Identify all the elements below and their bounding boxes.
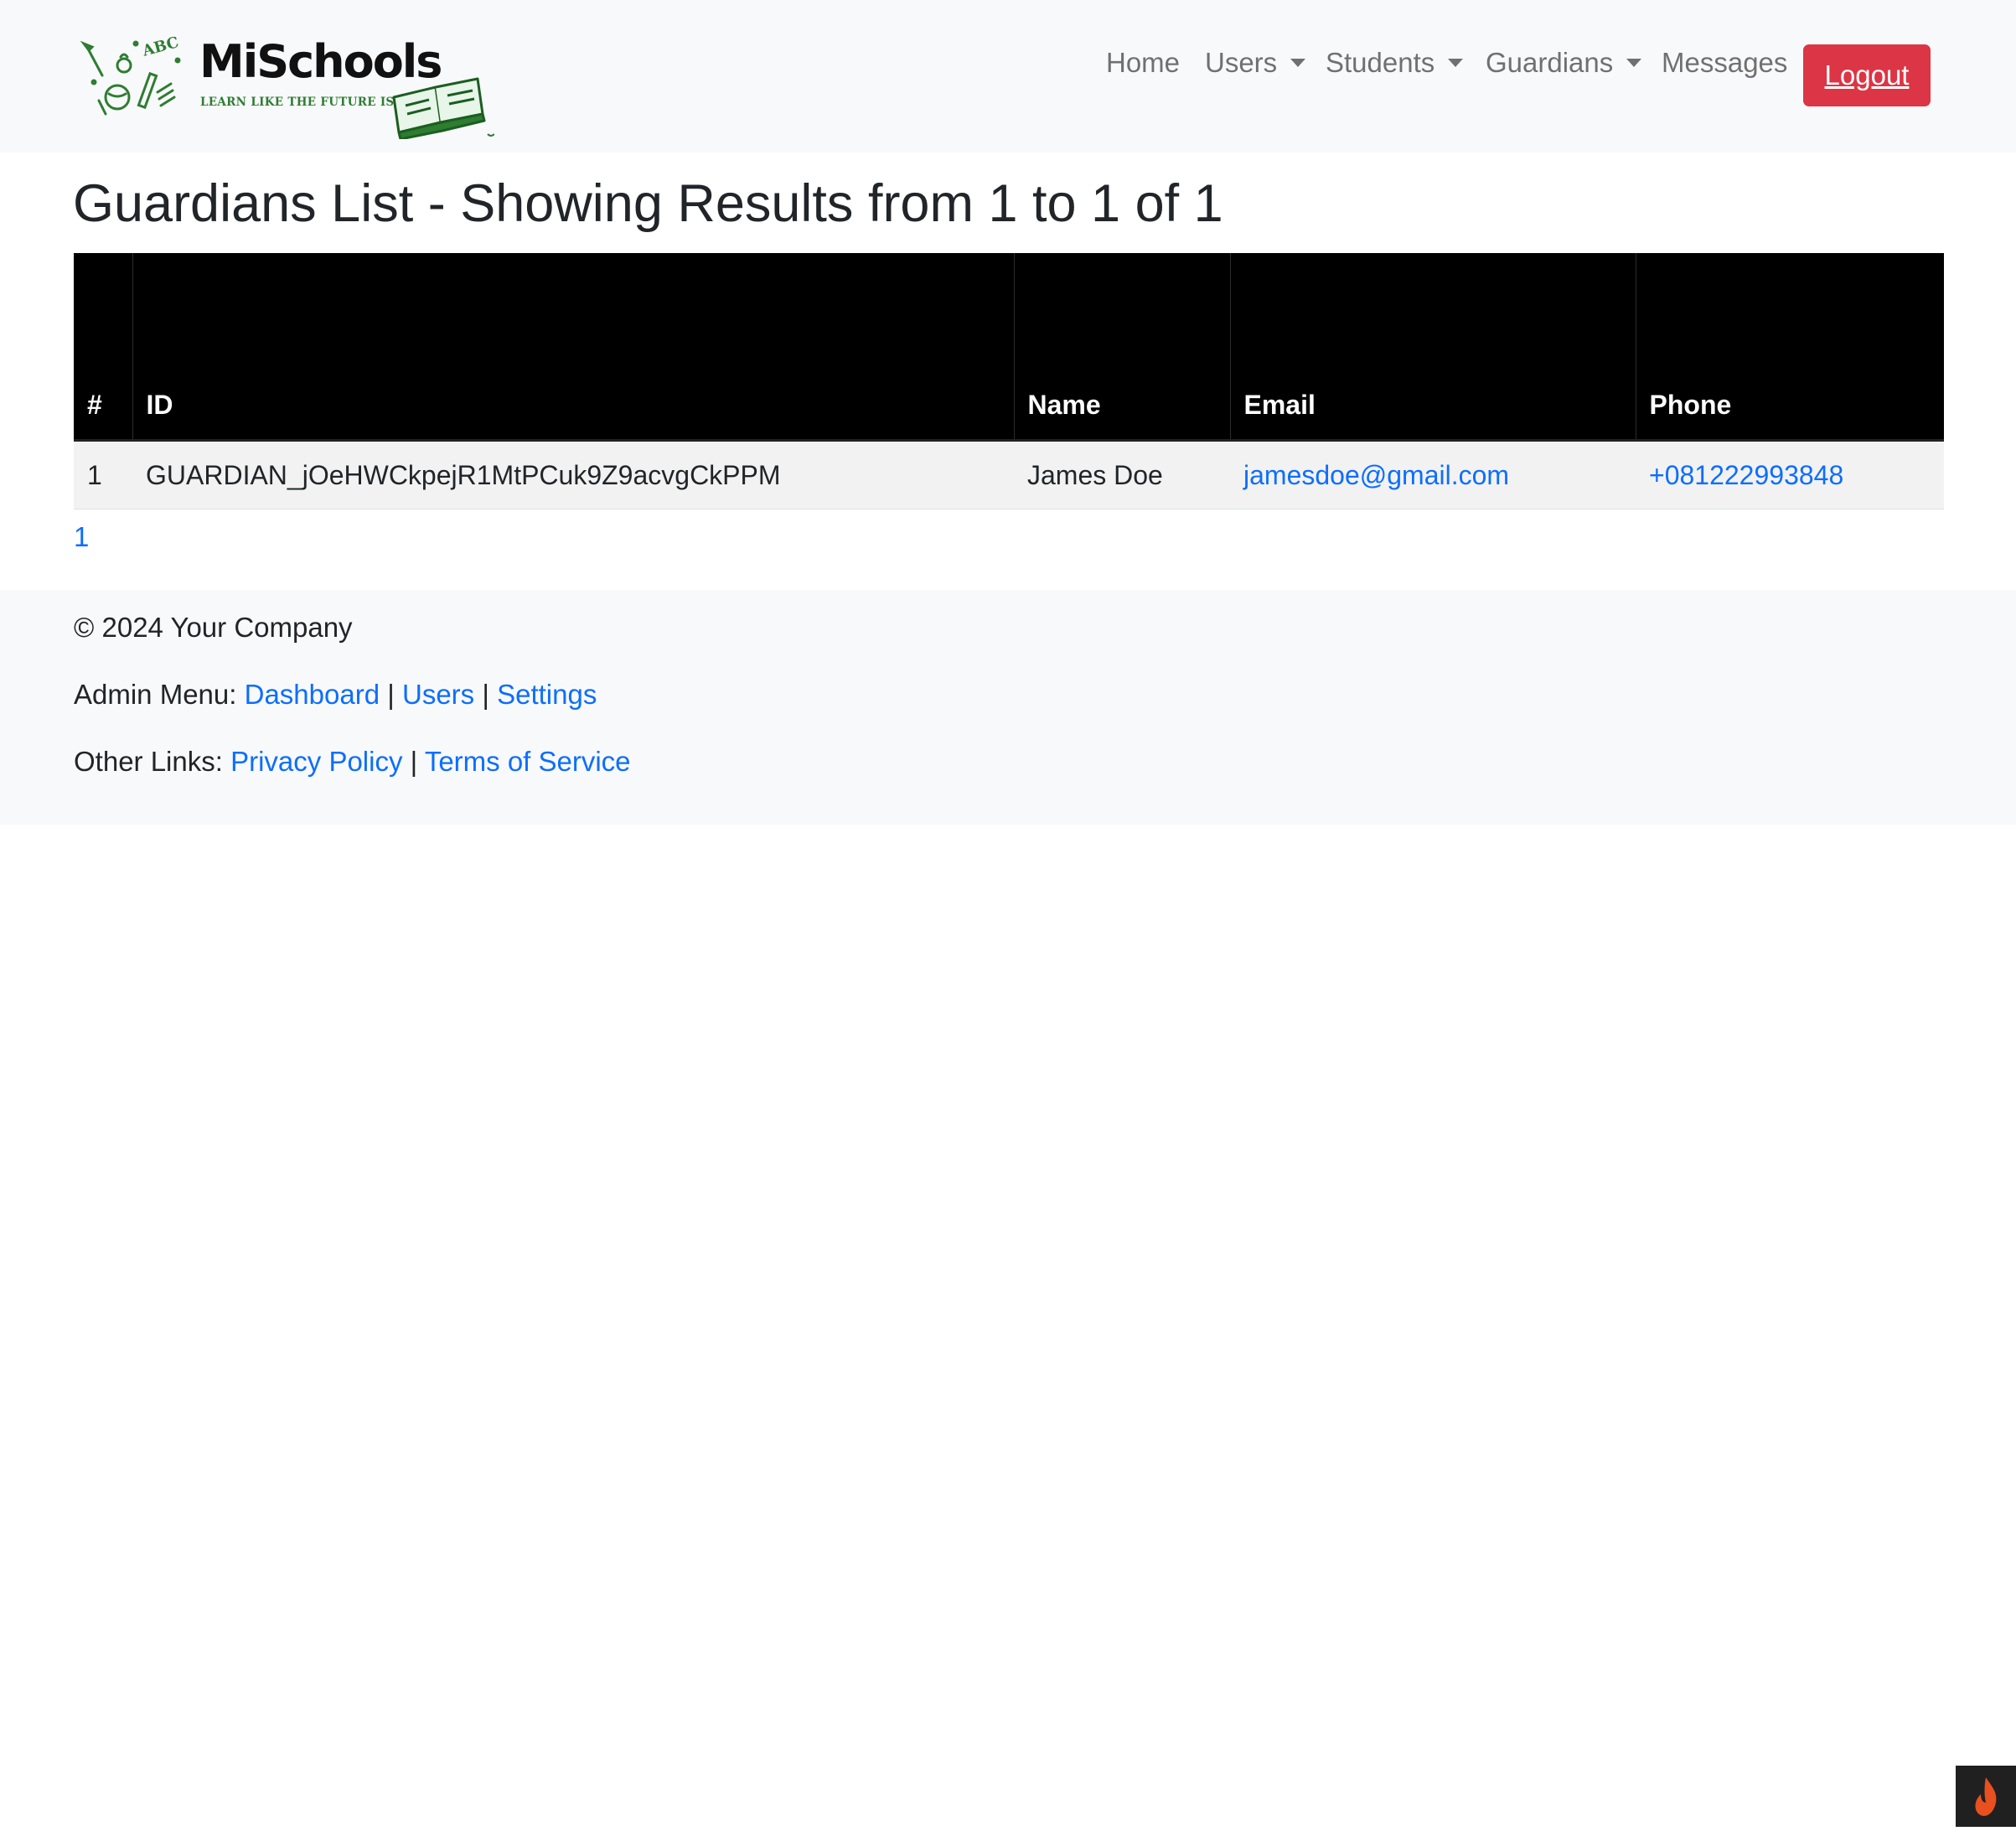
footer-link-settings[interactable]: Settings (497, 679, 597, 710)
footer: © 2024 Your Company Admin Menu: Dashboar… (0, 590, 2016, 825)
nav-guardians-dropdown[interactable]: Guardians (1486, 47, 1642, 79)
other-links-label: Other Links: (74, 746, 223, 777)
table-row: 1 GUARDIAN_jOeHWCkpejR1MtPCuk9Z9acvgCkPP… (74, 440, 1944, 509)
guardians-table: # ID Name Email Phone 1 GUARDIAN_jOeHWCk… (74, 253, 1944, 509)
other-links: Other Links: Privacy Policy | Terms of S… (74, 746, 631, 778)
nav-home[interactable]: Home (1106, 47, 1180, 79)
debug-toolbar-toggle[interactable] (1956, 1766, 2016, 1827)
nav-messages-label: Messages (1662, 47, 1788, 78)
footer-link-dashboard[interactable]: Dashboard (245, 679, 380, 710)
pagination: 1 (74, 521, 89, 553)
nav-students-label: Students (1326, 47, 1435, 78)
column-header-name: Name (1014, 253, 1231, 442)
column-header-phone: Phone (1636, 253, 1944, 442)
nav-home-label: Home (1106, 47, 1181, 78)
footer-link-terms-of-service[interactable]: Terms of Service (425, 746, 631, 777)
table-header-row: # ID Name Email Phone (74, 253, 1944, 442)
chevron-down-icon (1290, 59, 1306, 67)
footer-link-privacy-policy[interactable]: Privacy Policy (230, 746, 402, 777)
cell-number: 1 (74, 440, 132, 509)
nav-users-label: Users (1205, 47, 1278, 78)
logout-button[interactable]: Logout (1803, 44, 1931, 106)
admin-menu: Admin Menu: Dashboard | Users | Settings (74, 679, 597, 711)
nav-guardians-label: Guardians (1486, 47, 1614, 78)
footer-link-users[interactable]: Users (402, 679, 474, 710)
copyright-text: © 2024 Your Company (74, 612, 353, 643)
column-header-id: ID (132, 253, 1015, 442)
link-separator: | (482, 679, 489, 710)
column-header-number: # (74, 253, 133, 442)
column-header-email: Email (1230, 253, 1636, 442)
email-link[interactable]: jamesdoe@gmail.com (1243, 460, 1509, 490)
cell-name: James Doe (1014, 440, 1230, 509)
cell-guardian-id: GUARDIAN_jOeHWCkpejR1MtPCuk9Z9acvgCkPPM (132, 440, 1014, 509)
cell-phone: +081222993848 (1636, 440, 1944, 509)
admin-menu-label: Admin Menu: (74, 679, 237, 710)
link-separator: | (410, 746, 418, 777)
nav-messages[interactable]: Messages (1662, 47, 1787, 79)
chevron-down-icon (1448, 59, 1464, 67)
navbar: ABC MiSchools LEARN LIKE THE FUTURE IS N… (0, 0, 2016, 153)
phone-link[interactable]: +081222993848 (1649, 460, 1843, 490)
flame-icon (1975, 1777, 1997, 1816)
nav-links: Home Users Students Guardians Messages (0, 47, 2016, 89)
page-link-1[interactable]: 1 (74, 521, 89, 552)
nav-users-dropdown[interactable]: Users (1205, 47, 1306, 79)
page-title: Guardians List - Showing Results from 1 … (73, 174, 1223, 233)
link-separator: | (387, 679, 395, 710)
chevron-down-icon (1626, 59, 1642, 67)
cell-email: jamesdoe@gmail.com (1230, 440, 1636, 509)
nav-students-dropdown[interactable]: Students (1326, 47, 1464, 79)
